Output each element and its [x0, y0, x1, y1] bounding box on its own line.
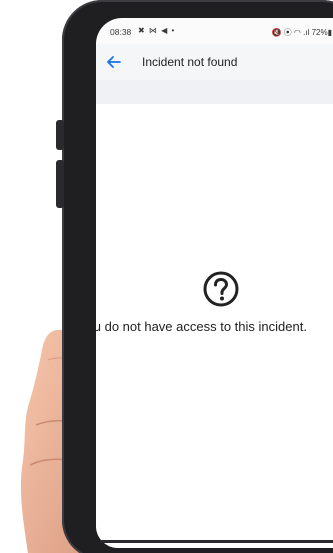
status-bar: 08:38 ✖ ⋈ ◀ • 🔇 ⦿ ◠ .ıl 72%▮	[96, 18, 333, 42]
question-circle-icon	[203, 271, 239, 307]
notification-icons: ✖ ⋈ ◀ •	[138, 26, 176, 35]
app-bar: Incident not found	[96, 44, 333, 80]
volume-button	[56, 120, 64, 150]
power-button	[56, 160, 64, 208]
back-arrow-icon[interactable]	[104, 52, 124, 72]
main-content: You do not have access to this incident.	[96, 104, 333, 548]
status-time: 08:38	[110, 27, 132, 37]
system-status-icons: 🔇 ⦿ ◠ .ıl 72%▮	[271, 28, 332, 37]
header-divider	[96, 80, 333, 104]
access-denied-message: You do not have access to this incident.	[96, 319, 307, 334]
page-title: Incident not found	[142, 55, 238, 69]
photo-stage: 08:38 ✖ ⋈ ◀ • 🔇 ⦿ ◠ .ıl 72%▮ Incident no…	[0, 0, 333, 553]
phone-bottom-edge	[100, 540, 333, 543]
phone-screen: 08:38 ✖ ⋈ ◀ • 🔇 ⦿ ◠ .ıl 72%▮ Incident no…	[96, 18, 333, 548]
